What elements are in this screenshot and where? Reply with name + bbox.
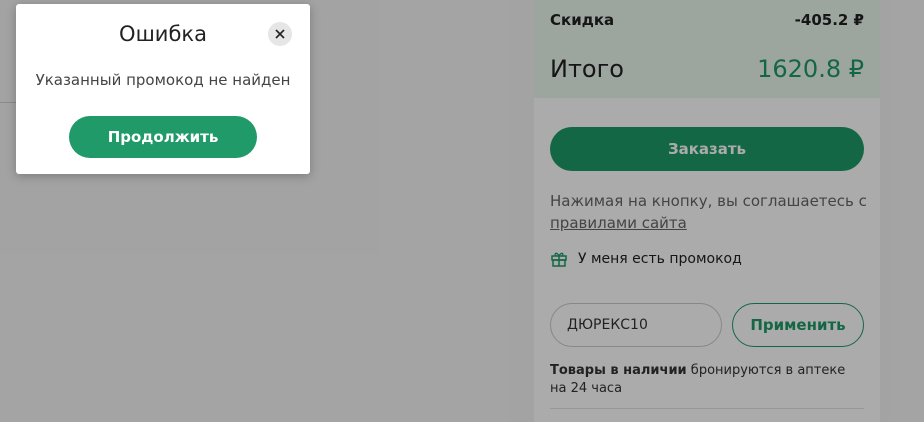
- close-icon: [275, 27, 285, 42]
- error-dialog: Ошибка Указанный промокод не найден Прод…: [16, 4, 310, 174]
- dialog-title: Ошибка: [119, 22, 207, 46]
- close-button[interactable]: [268, 22, 292, 46]
- dialog-message: Указанный промокод не найден: [35, 71, 291, 89]
- continue-button[interactable]: Продолжить: [69, 116, 257, 158]
